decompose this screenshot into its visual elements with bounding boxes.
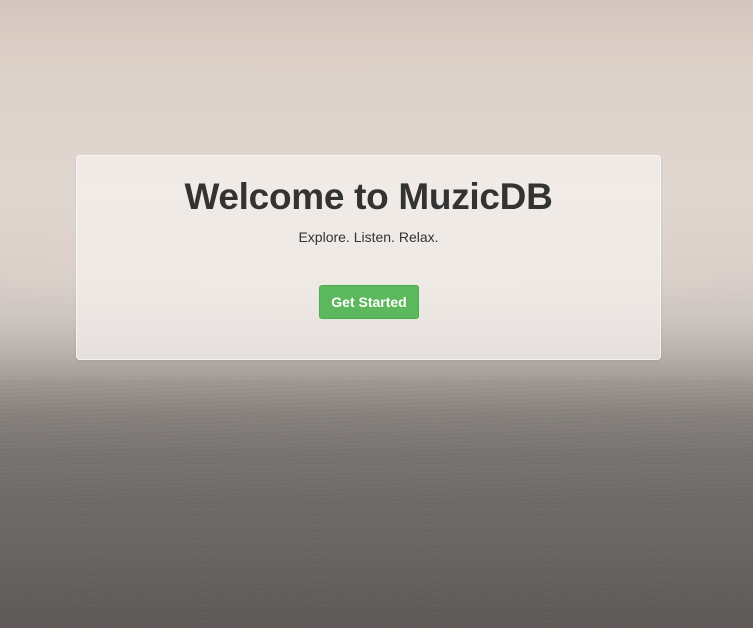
page-title: Welcome to MuzicDB [184,176,553,217]
get-started-button[interactable]: Get Started [319,285,419,319]
tagline: Explore. Listen. Relax. [298,229,439,245]
welcome-panel: Welcome to MuzicDB Explore. Listen. Rela… [76,155,661,360]
